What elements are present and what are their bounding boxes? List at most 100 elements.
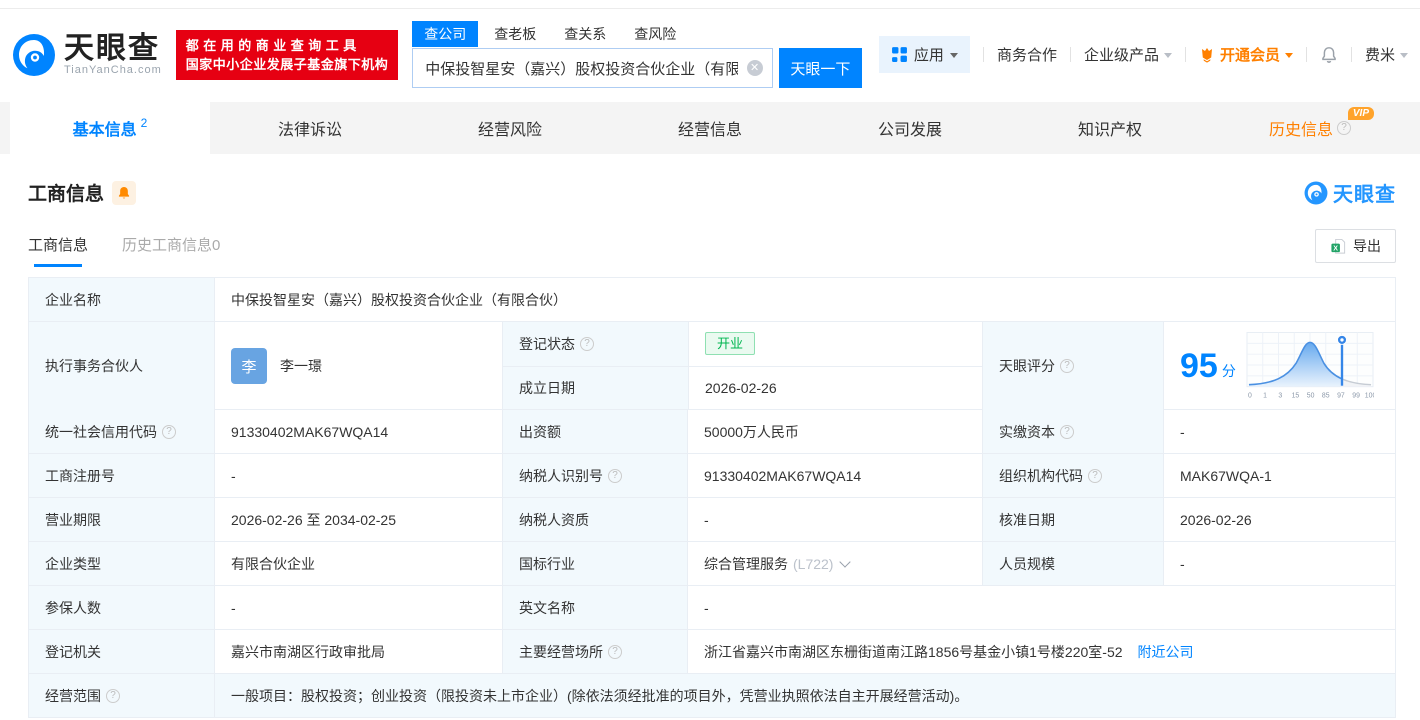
menu-divider bbox=[1069, 47, 1071, 62]
user-account-menu[interactable]: 费米 bbox=[1365, 44, 1408, 65]
search-tab-risk[interactable]: 查风险 bbox=[622, 21, 688, 47]
chevron-down-icon bbox=[1400, 53, 1408, 58]
help-icon[interactable] bbox=[106, 688, 120, 703]
partner-name-link[interactable]: 李一璟 bbox=[280, 356, 322, 376]
nearby-companies-link[interactable]: 附近公司 bbox=[1138, 642, 1194, 662]
paid-capital-label-cell: 实缴资本 bbox=[982, 410, 1163, 453]
score-cell: 95 分 0 1 3 15 50 85 97 99 10 bbox=[1163, 322, 1397, 410]
address-value: 浙江省嘉兴市南湖区东栅街道南江路1856号基金小镇1号楼220室-52 bbox=[704, 643, 1123, 660]
enterprise-product-menu[interactable]: 企业级产品 bbox=[1084, 44, 1172, 65]
company-name-value: 中保投智星安（嘉兴）股权投资合伙企业（有限合伙） bbox=[214, 278, 1395, 321]
tab-intellectual-property[interactable]: 知识产权 bbox=[1010, 102, 1210, 154]
tab-operation-info[interactable]: 经营信息 bbox=[610, 102, 810, 154]
tab-legal-proceedings[interactable]: 法律诉讼 bbox=[210, 102, 410, 154]
tab-label: 公司发展 bbox=[877, 122, 942, 139]
help-icon[interactable] bbox=[1060, 359, 1074, 373]
chevron-down-icon[interactable] bbox=[839, 556, 852, 568]
company-name-label: 企业名称 bbox=[29, 278, 214, 321]
company-type-label: 企业类型 bbox=[29, 542, 214, 585]
subtab-history-business-info[interactable]: 历史工商信息0 bbox=[122, 234, 220, 267]
help-icon[interactable] bbox=[162, 424, 176, 439]
axis-tick: 1 bbox=[1263, 393, 1267, 400]
table-row: 企业类型 有限合伙企业 国标行业 综合管理服务 (L722) 人员规模 - bbox=[29, 541, 1395, 585]
help-icon[interactable] bbox=[1088, 468, 1102, 483]
chevron-down-icon bbox=[1284, 53, 1293, 58]
help-icon[interactable] bbox=[580, 336, 594, 351]
industry-cell: 综合管理服务 (L722) bbox=[687, 542, 982, 585]
crown-icon bbox=[1201, 47, 1212, 63]
table-row: 统一社会信用代码 91330402MAK67WQA14 出资额 50000万人民… bbox=[29, 409, 1395, 453]
tab-label: 经营风险 bbox=[477, 122, 542, 139]
table-row: 工商注册号 - 纳税人识别号 91330402MAK67WQA14 组织机构代码… bbox=[29, 453, 1395, 497]
org-code-label-cell: 组织机构代码 bbox=[982, 454, 1163, 497]
reg-number-label: 工商注册号 bbox=[29, 454, 214, 497]
capital-label: 出资额 bbox=[502, 410, 687, 453]
excel-file-icon: X bbox=[1331, 238, 1346, 254]
axis-tick: 97 bbox=[1337, 393, 1345, 400]
business-info-table: 企业名称 中保投智星安（嘉兴）股权投资合伙企业（有限合伙） 执行事务合伙人 李 … bbox=[28, 277, 1396, 718]
term-value: 2026-02-26 至 2034-02-25 bbox=[214, 498, 502, 541]
industry-value: 综合管理服务 bbox=[704, 555, 788, 572]
subtab-business-info[interactable]: 工商信息 bbox=[28, 234, 88, 267]
score-label-cell: 天眼评分 bbox=[982, 322, 1163, 410]
address-cell: 浙江省嘉兴市南湖区东栅街道南江路1856号基金小镇1号楼220室-52 附近公司 bbox=[687, 630, 1395, 673]
axis-tick: 85 bbox=[1322, 393, 1330, 400]
search-input[interactable] bbox=[412, 48, 773, 88]
partner-label: 执行事务合伙人 bbox=[29, 322, 214, 410]
company-type-value: 有限合伙企业 bbox=[214, 542, 502, 585]
scope-value: 一般项目：股权投资；创业投资（限投资未上市企业）(除依法须经批准的项目外，凭营业… bbox=[214, 674, 1395, 717]
status-date-stack: 登记状态 开业 成立日期 2026-02-26 bbox=[502, 322, 982, 409]
tab-company-development[interactable]: 公司发展 bbox=[810, 102, 1010, 154]
paid-capital-label: 实缴资本 bbox=[999, 423, 1055, 440]
search-tab-company[interactable]: 查公司 bbox=[412, 21, 479, 47]
monitor-bell-button[interactable] bbox=[112, 180, 137, 205]
axis-tick: 99 bbox=[1352, 393, 1360, 400]
help-icon[interactable] bbox=[608, 644, 622, 659]
taxpayer-id-label: 纳税人识别号 bbox=[519, 467, 603, 484]
tab-count-badge: 2 bbox=[140, 116, 148, 130]
search-tab-boss[interactable]: 查老板 bbox=[482, 21, 548, 47]
tab-label: 法律诉讼 bbox=[277, 122, 342, 139]
reg-status-label: 登记状态 bbox=[519, 335, 575, 352]
search-tab-relation[interactable]: 查关系 bbox=[552, 21, 618, 47]
org-code-value: MAK67WQA-1 bbox=[1163, 454, 1397, 497]
taxpayer-quality-label: 纳税人资质 bbox=[502, 498, 687, 541]
promo-banner: 都在用的商业查询工具 国家中小企业发展子基金旗下机构 bbox=[175, 29, 399, 80]
status-badge: 开业 bbox=[705, 332, 756, 356]
apps-menu-button[interactable]: 应用 bbox=[878, 36, 970, 73]
site-header: 天眼查 TianYanCha.com 都在用的商业查询工具 国家中小企业发展子基… bbox=[0, 9, 1420, 102]
partner-avatar[interactable]: 李 bbox=[231, 348, 267, 384]
apps-label: 应用 bbox=[913, 47, 944, 64]
credit-code-value: 91330402MAK67WQA14 bbox=[214, 410, 502, 453]
notifications-button[interactable] bbox=[1320, 46, 1338, 64]
help-icon[interactable] bbox=[1337, 121, 1351, 135]
table-row: 营业期限 2026-02-26 至 2034-02-25 纳税人资质 - 核准日… bbox=[29, 497, 1395, 541]
open-vip-menu[interactable]: 开通会员 bbox=[1199, 44, 1293, 65]
scope-label: 经营范围 bbox=[45, 687, 101, 704]
search-button[interactable]: 天眼一下 bbox=[778, 48, 863, 88]
axis-tick: 100 bbox=[1365, 393, 1374, 400]
subtab-bar: 工商信息 历史工商信息0 X 导出 bbox=[28, 229, 1396, 271]
help-icon[interactable] bbox=[1060, 424, 1074, 439]
score-distribution-chart: 0 1 3 15 50 85 97 99 100 bbox=[1246, 332, 1374, 400]
insured-value: - bbox=[214, 586, 502, 629]
help-icon[interactable] bbox=[608, 468, 622, 483]
tab-operation-risk[interactable]: 经营风险 bbox=[410, 102, 610, 154]
reg-authority-value: 嘉兴市南湖区行政审批局 bbox=[214, 630, 502, 673]
bell-icon bbox=[1322, 46, 1336, 63]
tab-basic-info[interactable]: 基本信息 2 bbox=[10, 102, 210, 154]
business-cooperation-link[interactable]: 商务合作 bbox=[997, 44, 1057, 65]
menu-divider bbox=[1305, 47, 1307, 62]
axis-tick: 3 bbox=[1278, 393, 1282, 400]
score-label: 天眼评分 bbox=[999, 358, 1055, 374]
export-button[interactable]: X 导出 bbox=[1315, 229, 1396, 263]
credit-code-label: 统一社会信用代码 bbox=[45, 423, 157, 440]
tianyancha-logo[interactable]: 天眼查 TianYanCha.com bbox=[12, 33, 162, 77]
chevron-down-icon bbox=[1163, 53, 1172, 58]
logo-text: 天眼查 TianYanCha.com bbox=[64, 33, 162, 76]
clear-search-icon[interactable]: ✕ bbox=[746, 60, 763, 76]
reg-authority-label: 登记机关 bbox=[29, 630, 214, 673]
tab-history-info[interactable]: VIP 历史信息 bbox=[1210, 102, 1410, 154]
org-code-label: 组织机构代码 bbox=[999, 467, 1083, 484]
taxpayer-quality-value: - bbox=[687, 498, 982, 541]
